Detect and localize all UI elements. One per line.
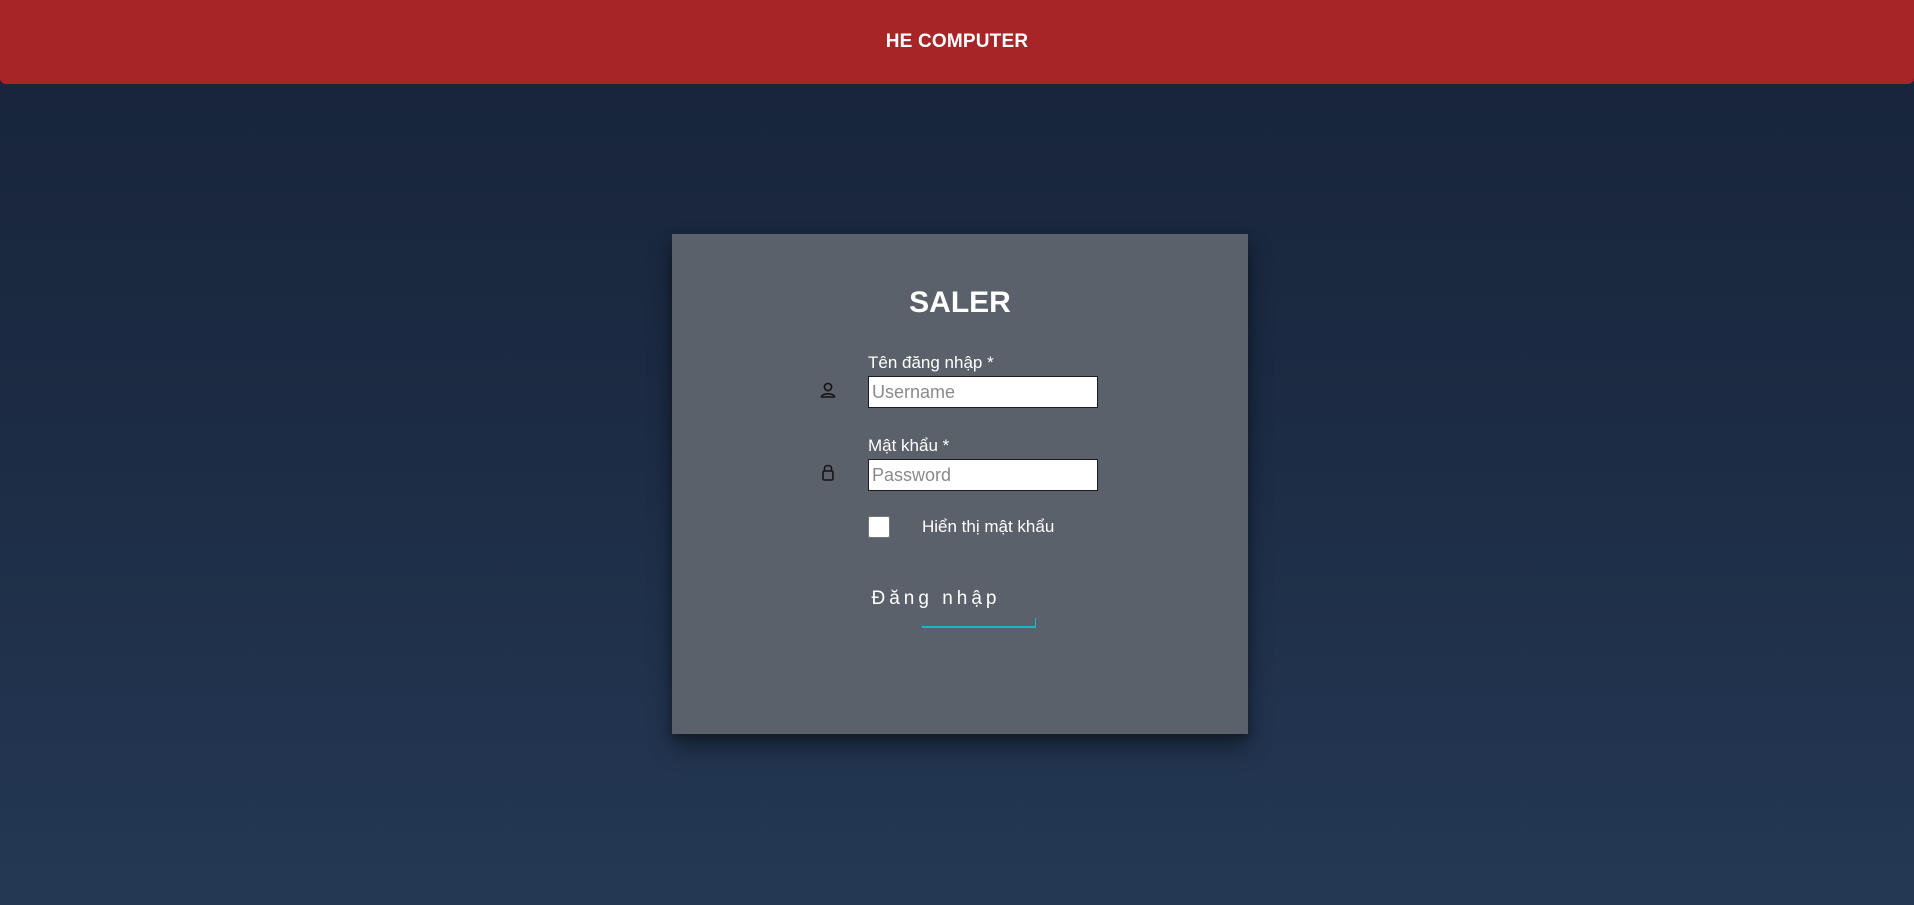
top-header-bar: HE COMPUTER: [0, 0, 1914, 84]
password-input[interactable]: [868, 459, 1098, 491]
login-title: SALER: [909, 286, 1011, 319]
show-password-label: Hiển thị mật khẩu: [922, 517, 1055, 536]
username-input[interactable]: [868, 376, 1098, 408]
login-button[interactable]: Đăng nhập: [866, 588, 1052, 632]
brand-title: HE COMPUTER: [885, 31, 1029, 52]
login-button-underline: [922, 618, 1036, 628]
username-label: Tên đăng nhập *: [868, 353, 994, 372]
login-card: SALER Tên đăng nhập * Mật khẩu * Hiển th…: [672, 234, 1248, 734]
show-password-row: Hiển thị mật khẩu: [868, 516, 1118, 540]
password-label: Mật khẩu *: [868, 436, 950, 455]
username-field: Tên đăng nhập *: [868, 352, 1098, 408]
lock-icon: [818, 462, 838, 482]
password-field: Mật khẩu *: [868, 435, 1098, 491]
show-password-checkbox[interactable]: [868, 516, 890, 538]
login-button-label: Đăng nhập: [871, 588, 1001, 609]
user-icon: [818, 380, 838, 400]
